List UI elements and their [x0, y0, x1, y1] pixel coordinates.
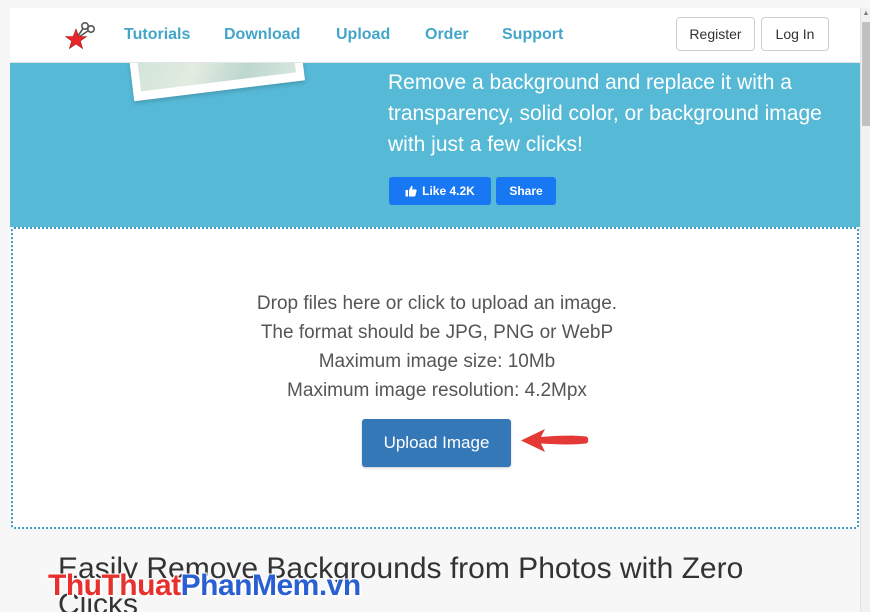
watermark-part-1: Thu	[48, 569, 102, 602]
hero-description: Remove a background and replace it with …	[388, 71, 822, 156]
dropzone-size-limit: Maximum image size: 10Mb	[318, 351, 556, 372]
browser-viewport: Tutorials Download Upload Order Support …	[0, 0, 870, 612]
scroll-up-arrow-icon[interactable]: ▲	[862, 10, 870, 18]
red-arrow-annotation-icon	[521, 429, 589, 452]
login-button[interactable]: Log In	[761, 17, 829, 51]
watermark-part-4: .vn	[318, 569, 361, 602]
nav-link-upload[interactable]: Upload	[336, 26, 390, 44]
nav-link-support[interactable]: Support	[502, 26, 563, 44]
site-watermark: ThuThuatPhanMem.vn	[48, 569, 361, 603]
like-count-label: Like 4.2K	[422, 184, 475, 198]
dropzone-resolution-limit: Maximum image resolution: 4.2Mpx	[287, 380, 587, 401]
dropzone-instruction: Drop files here or click to upload an im…	[256, 293, 618, 314]
nav-link-order[interactable]: Order	[425, 26, 469, 44]
top-navbar: Tutorials Download Upload Order Support …	[10, 8, 860, 63]
upload-dropzone[interactable]: Drop files here or click to upload an im…	[11, 227, 859, 529]
thumbs-up-icon	[405, 185, 417, 197]
watermark-part-2: Thuat	[101, 569, 181, 602]
scroll-thumb[interactable]	[862, 22, 870, 126]
nav-link-download[interactable]: Download	[224, 26, 300, 44]
sample-photo-frame	[126, 63, 306, 102]
sample-photo	[135, 63, 296, 92]
watermark-part-3: PhanMem	[180, 569, 320, 602]
dropzone-format-note: The format should be JPG, PNG or WebP	[260, 322, 614, 343]
facebook-share-button[interactable]: Share	[496, 177, 556, 205]
upload-image-button[interactable]: Upload Image	[362, 419, 511, 467]
hero-banner: Remove a background and replace it with …	[10, 63, 860, 227]
facebook-like-button[interactable]: Like 4.2K	[389, 177, 491, 205]
register-button[interactable]: Register	[676, 17, 755, 51]
logo-star-scissors-icon[interactable]	[65, 20, 97, 52]
nav-link-tutorials[interactable]: Tutorials	[124, 26, 190, 44]
vertical-scrollbar[interactable]: ▲	[860, 8, 870, 612]
